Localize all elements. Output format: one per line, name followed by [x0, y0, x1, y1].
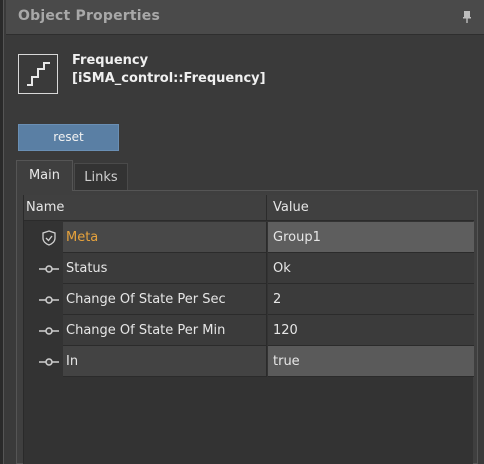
row-name: In — [63, 346, 267, 377]
table-row-in[interactable]: In true — [24, 346, 474, 377]
object-type: [iSMA_control::Frequency] — [72, 71, 266, 86]
panel-title: Object Properties — [18, 8, 161, 24]
properties-grid: Name Value Meta Group1 Status Ok Change … — [23, 195, 474, 464]
object-name: Frequency — [72, 53, 149, 68]
tab-links[interactable]: Links — [74, 163, 128, 190]
row-name: Meta — [63, 222, 267, 253]
row-value[interactable]: 2 — [268, 284, 474, 315]
panel-title-bar: Object Properties — [6, 0, 484, 35]
row-name: Change Of State Per Sec — [63, 284, 267, 315]
row-value[interactable]: true — [268, 346, 474, 377]
table-row-meta[interactable]: Meta Group1 — [24, 222, 474, 253]
grid-header-row: Name Value — [24, 195, 474, 221]
slot-icon — [39, 358, 59, 366]
column-header-name[interactable]: Name — [24, 195, 267, 221]
row-value[interactable]: Group1 — [268, 222, 474, 253]
slot-icon — [39, 265, 59, 273]
tab-main[interactable]: Main — [16, 160, 73, 191]
table-row-status[interactable]: Status Ok — [24, 253, 474, 284]
reset-button[interactable]: reset — [18, 124, 119, 151]
object-properties-panel: Object Properties Frequency [iSMA_contro… — [6, 0, 484, 464]
table-row-change-of-state-per-min[interactable]: Change Of State Per Min 120 — [24, 315, 474, 346]
slot-icon — [39, 296, 59, 304]
row-name: Change Of State Per Min — [63, 315, 267, 346]
table-row-change-of-state-per-sec[interactable]: Change Of State Per Sec 2 — [24, 284, 474, 315]
pin-icon[interactable] — [462, 10, 472, 24]
row-name: Status — [63, 253, 267, 284]
properties-grid-container: Name Value Meta Group1 Status Ok Change … — [16, 190, 478, 464]
row-value[interactable]: 120 — [268, 315, 474, 346]
row-value[interactable]: Ok — [268, 253, 474, 284]
column-header-value[interactable]: Value — [268, 195, 474, 221]
object-header: Frequency [iSMA_control::Frequency] — [16, 44, 476, 112]
left-panel-edge — [0, 0, 4, 464]
slot-icon — [39, 327, 59, 335]
frequency-block-icon — [18, 54, 58, 94]
shield-icon — [42, 230, 56, 246]
